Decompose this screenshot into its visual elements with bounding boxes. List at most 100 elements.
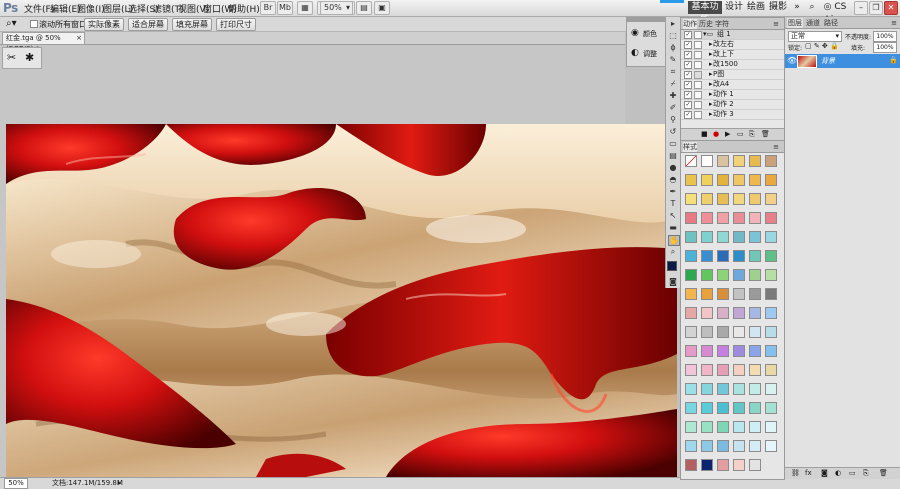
style-swatch[interactable]	[765, 326, 777, 338]
style-swatch[interactable]	[717, 250, 729, 262]
style-swatch[interactable]	[685, 212, 697, 224]
bridge-icon[interactable]: Br	[260, 1, 276, 15]
dialog-toggle-icon[interactable]	[694, 71, 702, 79]
style-swatch[interactable]	[685, 193, 697, 205]
action-row[interactable]: ✓ ▸ 改A4	[681, 80, 784, 90]
tab-styles[interactable]: 样式	[683, 142, 697, 152]
style-swatch[interactable]	[749, 345, 761, 357]
style-swatch[interactable]	[685, 231, 697, 243]
style-swatch[interactable]	[717, 402, 729, 414]
quick-mask-icon[interactable]: ◙	[668, 277, 678, 286]
style-swatch[interactable]	[701, 250, 713, 262]
style-swatch[interactable]	[749, 231, 761, 243]
style-swatch[interactable]	[749, 402, 761, 414]
style-swatch[interactable]	[765, 174, 777, 186]
play-icon[interactable]: ▶	[725, 129, 730, 140]
panel-menu-icon[interactable]: ≡	[771, 142, 781, 152]
tab-history[interactable]: 历史	[699, 19, 713, 29]
tab-character[interactable]: 字符	[715, 19, 729, 29]
scroll-all-windows-checkbox[interactable]	[30, 20, 38, 28]
style-swatch[interactable]	[765, 155, 777, 167]
tab-channels[interactable]: 通道	[805, 18, 821, 28]
tab-layers[interactable]: 图层	[787, 18, 803, 28]
menu-image[interactable]: 图像(I)	[77, 2, 105, 15]
zoom-dropdown[interactable]: 50% ▾	[320, 1, 353, 15]
panel-menu-icon[interactable]: ≡	[771, 19, 781, 29]
blend-mode-select[interactable]: 正常 ▾	[788, 31, 842, 42]
style-swatch[interactable]	[749, 212, 761, 224]
workspace-essentials[interactable]: 基本功能	[688, 1, 722, 25]
style-swatch[interactable]	[765, 440, 777, 452]
marquee-tool-icon[interactable]: ⬚	[668, 31, 678, 40]
style-swatch[interactable]	[717, 307, 729, 319]
screen-mode-icon[interactable]: ▣	[374, 1, 390, 15]
style-swatch[interactable]	[749, 269, 761, 281]
style-swatch[interactable]	[765, 345, 777, 357]
style-swatch[interactable]	[749, 288, 761, 300]
zoom-tool-icon[interactable]: ⌕	[668, 247, 678, 256]
style-swatch[interactable]	[717, 364, 729, 376]
dodge-tool-icon[interactable]: ◓	[668, 175, 678, 184]
scissors-icon[interactable]: ✂	[7, 51, 16, 64]
style-swatch[interactable]	[749, 459, 761, 471]
style-swatch[interactable]	[701, 364, 713, 376]
style-swatch[interactable]	[717, 421, 729, 433]
link-icon[interactable]: ⛓	[791, 468, 800, 479]
document-canvas[interactable]	[6, 124, 677, 477]
style-swatch[interactable]	[765, 402, 777, 414]
document-tab[interactable]: 红金.tga @ 50%(RGB/8) * ×	[2, 32, 85, 53]
style-swatch[interactable]	[717, 155, 729, 167]
style-swatch[interactable]	[733, 288, 745, 300]
pen-tool-icon[interactable]: ✒	[668, 187, 678, 196]
style-swatch[interactable]	[701, 155, 713, 167]
style-swatch[interactable]	[717, 440, 729, 452]
history-brush-tool-icon[interactable]: ↺	[668, 127, 678, 136]
style-swatch[interactable]	[749, 364, 761, 376]
new-group-icon[interactable]: ▭	[849, 468, 856, 479]
style-swatch[interactable]	[733, 402, 745, 414]
dock-item-color[interactable]: 颜色	[643, 29, 657, 39]
trash-icon[interactable]: 🗑	[879, 468, 888, 479]
style-swatch[interactable]	[685, 459, 697, 471]
fx-icon[interactable]: fx	[805, 468, 812, 479]
style-swatch[interactable]	[733, 440, 745, 452]
no-style-swatch[interactable]	[685, 155, 697, 167]
style-swatch[interactable]	[749, 193, 761, 205]
clone-stamp-tool-icon[interactable]: ⚲	[668, 115, 678, 124]
style-swatch[interactable]	[733, 364, 745, 376]
action-row[interactable]: ✓ ▸ 改左右	[681, 40, 784, 50]
style-swatch[interactable]	[717, 326, 729, 338]
style-swatch[interactable]	[685, 288, 697, 300]
adjustments-panel-icon[interactable]: ◐	[631, 48, 639, 58]
style-swatch[interactable]	[701, 421, 713, 433]
workspace-more-icon[interactable]: »	[791, 1, 803, 14]
stop-icon[interactable]: ■	[701, 129, 708, 140]
style-swatch[interactable]	[685, 250, 697, 262]
style-swatch[interactable]	[701, 174, 713, 186]
restore-icon[interactable]: ❐	[869, 1, 883, 15]
gradient-tool-icon[interactable]: ▤	[668, 151, 678, 160]
style-swatch[interactable]	[685, 383, 697, 395]
style-swatch[interactable]	[733, 212, 745, 224]
crop-tool-icon[interactable]: ⌗	[668, 67, 678, 76]
style-swatch[interactable]	[765, 269, 777, 281]
style-swatch[interactable]	[749, 174, 761, 186]
style-swatch[interactable]	[685, 421, 697, 433]
style-swatch[interactable]	[733, 193, 745, 205]
style-swatch[interactable]	[717, 383, 729, 395]
style-swatch[interactable]	[749, 383, 761, 395]
style-swatch[interactable]	[765, 288, 777, 300]
hand-tool-icon[interactable]: ✋	[668, 235, 680, 246]
workspace-design[interactable]: 设计	[724, 1, 744, 14]
mask-icon[interactable]: ◙	[821, 468, 828, 479]
puppet-pin-icon[interactable]: ✱	[25, 51, 34, 64]
style-swatch[interactable]	[701, 231, 713, 243]
style-swatch[interactable]	[685, 269, 697, 281]
action-row[interactable]: ✓ ▸ 改1500	[681, 60, 784, 70]
record-icon[interactable]: ●	[713, 129, 719, 140]
lock-icons[interactable]: ▢ ✎ ✥ 🔒	[805, 42, 839, 50]
trash-icon[interactable]: 🗑	[761, 129, 770, 140]
fill-screen-button[interactable]: 填充屏幕	[172, 18, 212, 31]
style-swatch[interactable]	[701, 345, 713, 357]
style-swatch[interactable]	[717, 345, 729, 357]
